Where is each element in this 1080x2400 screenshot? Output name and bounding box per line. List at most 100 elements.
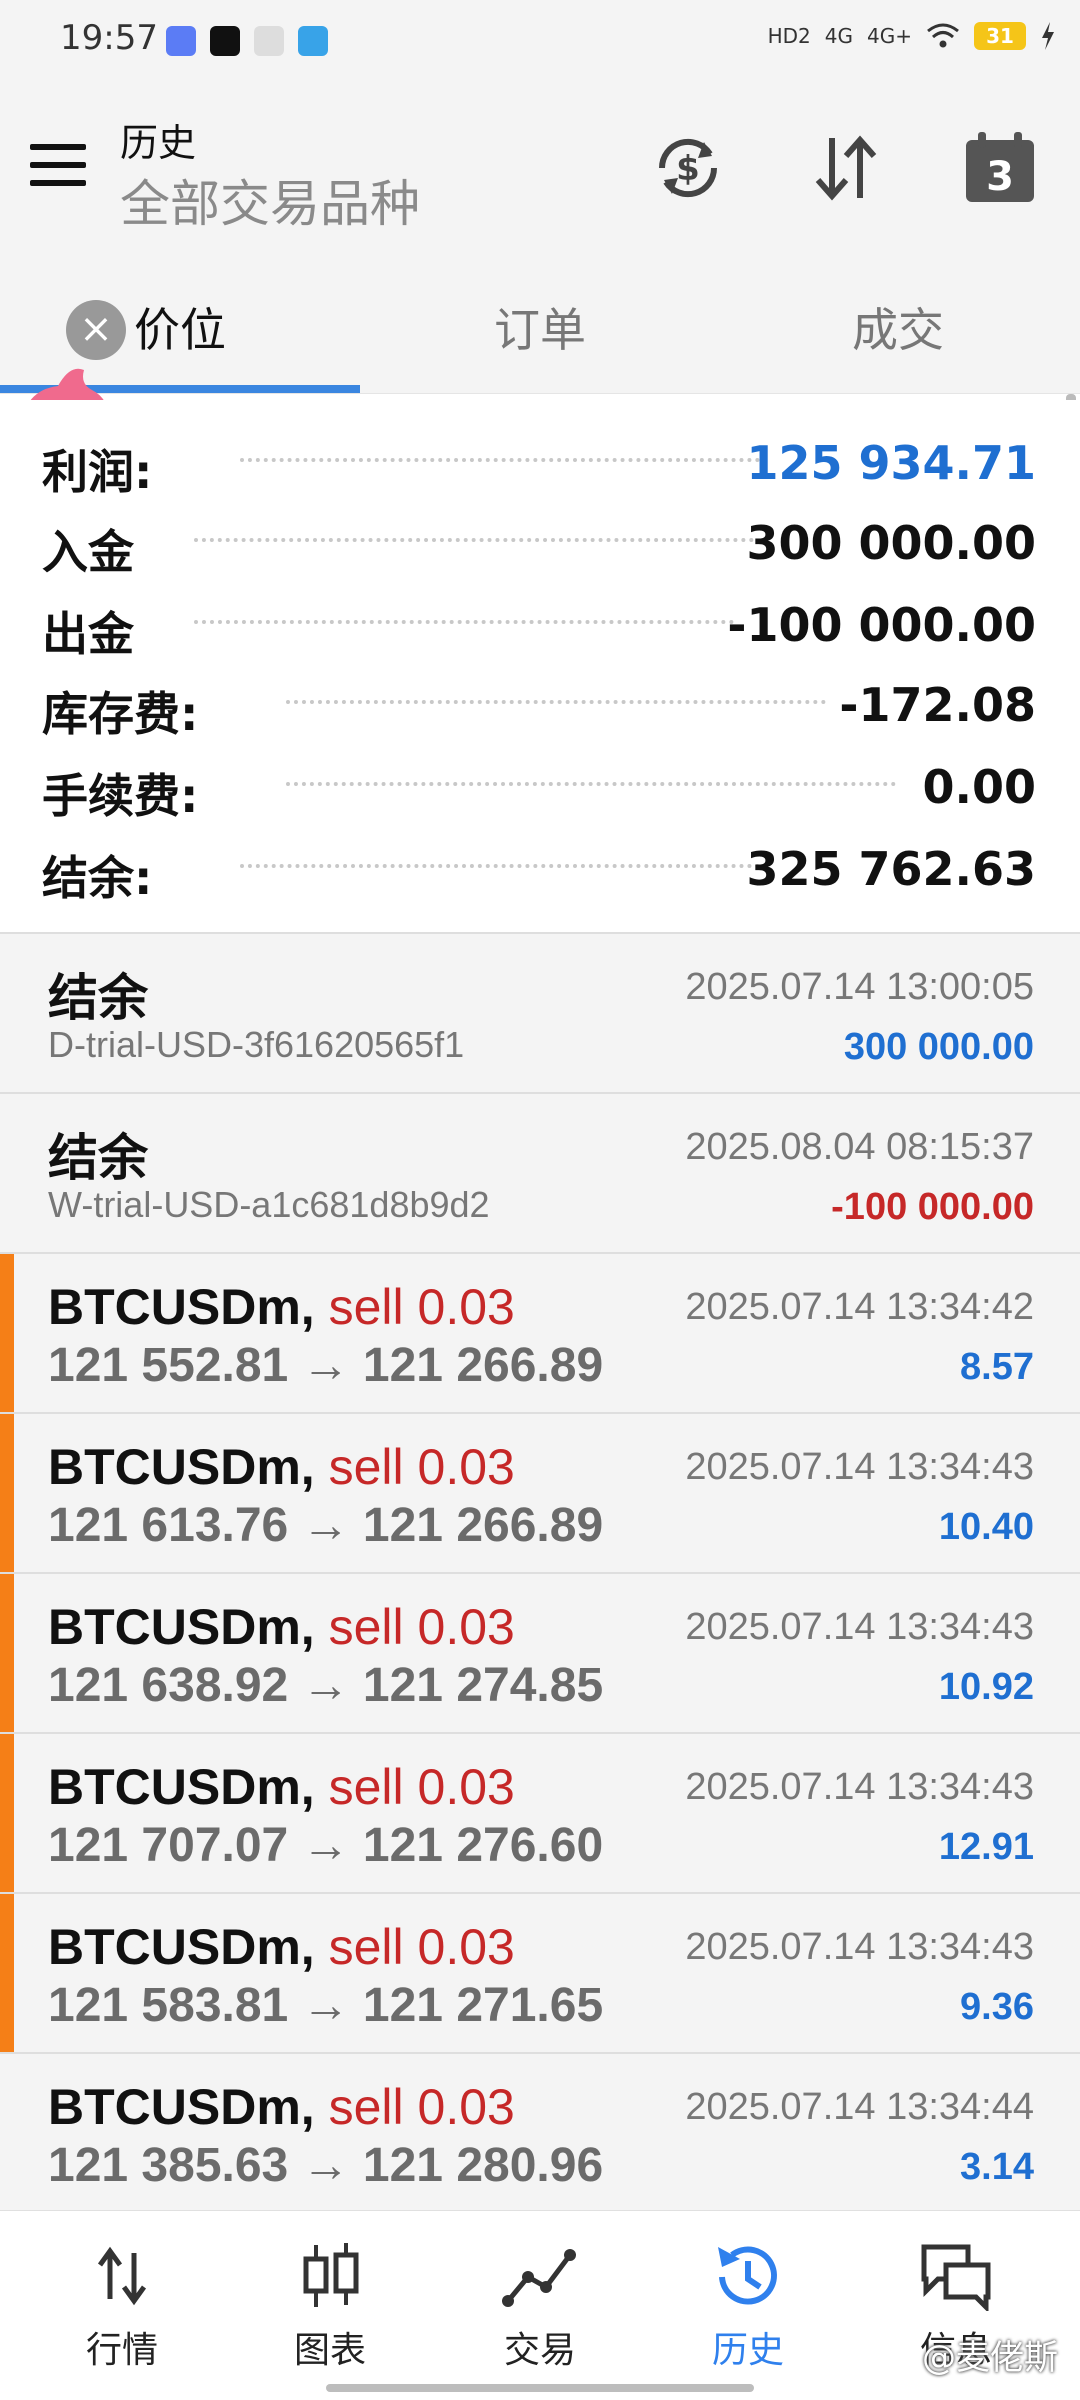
trade-time: 2025.07.14 13:34:43 xyxy=(685,1606,1034,1648)
calendar-period-button[interactable]: 3 xyxy=(960,128,1040,208)
nav-label: 行情 xyxy=(85,2330,158,2371)
nav-quotes[interactable]: 行情 xyxy=(14,2211,230,2400)
nav-charts[interactable]: 图表 xyxy=(222,2211,438,2400)
trade-profit: 3.14 xyxy=(960,2146,1034,2188)
trade-row[interactable]: BTCUSDm, sell 0.03 121 552.81 → 121 266.… xyxy=(0,1252,1080,1414)
summary-label: 出金 xyxy=(42,607,134,661)
trade-line-icon xyxy=(502,2249,576,2307)
summary-row-swap: 库存费: -172.08 xyxy=(0,664,1080,744)
history-tabs: 价位 订单 成交 xyxy=(0,264,1080,394)
trade-row[interactable]: BTCUSDm, sell 0.03 121 385.63 → 121 280.… xyxy=(0,2052,1080,2210)
balance-row-amount: -100 000.00 xyxy=(831,1186,1034,1228)
history-list: 结余 D-trial-USD-3f61620565f1 2025.07.14 1… xyxy=(0,932,1080,2210)
dotted-leader xyxy=(286,700,826,704)
menu-line-icon xyxy=(30,162,86,168)
nav-label: 交易 xyxy=(503,2330,576,2371)
summary-row-profit: 利润: 125 934.71 xyxy=(0,422,1080,502)
trade-prices: 121 638.92 → 121 274.85 xyxy=(48,1659,604,1712)
dotted-leader xyxy=(240,864,760,868)
nav-trade[interactable]: 交易 xyxy=(432,2211,648,2400)
trade-marker xyxy=(0,1254,14,1414)
trade-symbol: BTCUSDm, xyxy=(48,2079,315,2135)
trade-title: BTCUSDm, sell 0.03 xyxy=(48,1918,515,1976)
symbol-filter-selector[interactable]: 全部交易品种 xyxy=(120,164,420,236)
trade-side: sell 0.03 xyxy=(328,1919,515,1975)
currency-sync-icon[interactable]: $ xyxy=(648,128,728,208)
balance-row-id: W-trial-USD-a1c681d8b9d2 xyxy=(48,1184,490,1225)
dotted-leader xyxy=(240,458,760,462)
summary-label: 库存费: xyxy=(42,687,199,741)
summary-label: 利润: xyxy=(42,445,153,499)
wifi-icon xyxy=(927,23,959,48)
history-clock-icon xyxy=(718,2246,777,2305)
trade-title: BTCUSDm, sell 0.03 xyxy=(48,1598,515,1656)
network-4g-label: 4G xyxy=(824,24,854,48)
balance-row[interactable]: 结余 D-trial-USD-3f61620565f1 2025.07.14 1… xyxy=(0,932,1080,1092)
nav-history[interactable]: 历史 xyxy=(640,2211,856,2400)
trade-time: 2025.07.14 13:34:44 xyxy=(685,2086,1034,2128)
trade-prices: 121 707.07 → 121 276.60 xyxy=(48,1819,604,1872)
close-icon[interactable]: × xyxy=(66,300,126,360)
trade-symbol: BTCUSDm, xyxy=(48,1439,315,1495)
trade-prices: 121 583.81 → 121 271.65 xyxy=(48,1979,604,2032)
trade-prices: 121 385.63 → 121 280.96 xyxy=(48,2139,604,2192)
trade-row[interactable]: BTCUSDm, sell 0.03 121 583.81 → 121 271.… xyxy=(0,1892,1080,2054)
dotted-leader xyxy=(286,782,896,786)
trade-side: sell 0.03 xyxy=(328,1439,515,1495)
tab-positions[interactable]: 价位 xyxy=(134,294,226,360)
balance-row-amount: 300 000.00 xyxy=(843,1026,1034,1068)
trade-profit: 10.92 xyxy=(938,1666,1034,1708)
summary-row-deposit: 入金 300 000.00 xyxy=(0,502,1080,582)
tiktok-icon xyxy=(210,26,240,56)
trade-symbol: BTCUSDm, xyxy=(48,1759,315,1815)
trade-symbol: BTCUSDm, xyxy=(48,1279,315,1335)
balance-row-time: 2025.08.04 08:15:37 xyxy=(685,1126,1034,1168)
history-summary: 利润: 125 934.71 入金 300 000.00 出金 -100 000… xyxy=(0,400,1080,932)
trade-marker xyxy=(0,1414,14,1574)
trade-title: BTCUSDm, sell 0.03 xyxy=(48,2078,515,2136)
summary-value: 0.00 xyxy=(922,760,1037,814)
dotted-leader xyxy=(194,620,734,624)
balance-row-time: 2025.07.14 13:00:05 xyxy=(685,966,1034,1008)
trade-side: sell 0.03 xyxy=(328,1599,515,1655)
trade-marker xyxy=(0,1894,14,2054)
trade-title: BTCUSDm, sell 0.03 xyxy=(48,1758,515,1816)
svg-text:$: $ xyxy=(676,149,700,189)
summary-label: 结余: xyxy=(42,851,153,905)
quotes-arrows-icon xyxy=(97,2246,147,2306)
summary-value: 125 934.71 xyxy=(746,436,1036,490)
trade-profit: 10.40 xyxy=(938,1506,1034,1548)
battery-indicator: 31 xyxy=(974,22,1026,50)
messages-icon xyxy=(921,2244,991,2311)
trade-title: BTCUSDm, sell 0.03 xyxy=(48,1438,515,1496)
status-right: HD2 4G 4G+ 31 xyxy=(768,22,1056,50)
dotted-leader xyxy=(194,538,754,542)
trade-marker xyxy=(0,1574,14,1734)
trade-side: sell 0.03 xyxy=(328,2079,515,2135)
trade-profit: 9.36 xyxy=(960,1986,1034,2028)
summary-row-balance: 结余: 325 762.63 xyxy=(0,828,1080,908)
trade-symbol: BTCUSDm, xyxy=(48,1599,315,1655)
tab-deals[interactable]: 成交 xyxy=(852,294,944,360)
tab-orders[interactable]: 订单 xyxy=(494,294,586,360)
status-time: 19:57 xyxy=(60,18,158,58)
summary-value: -100 000.00 xyxy=(727,598,1036,652)
nav-label: 图表 xyxy=(293,2330,366,2371)
menu-line-icon xyxy=(30,180,86,186)
sort-arrows-icon[interactable] xyxy=(806,128,886,208)
watermark: @麦佬斯 xyxy=(922,2338,1058,2378)
trade-row[interactable]: BTCUSDm, sell 0.03 121 707.07 → 121 276.… xyxy=(0,1732,1080,1894)
calendar-day-badge: 3 xyxy=(986,154,1014,200)
hamburger-menu-button[interactable] xyxy=(30,144,90,194)
trade-row[interactable]: BTCUSDm, sell 0.03 121 613.76 → 121 266.… xyxy=(0,1412,1080,1574)
summary-value: 325 762.63 xyxy=(746,842,1036,896)
network-4gplus-label: 4G+ xyxy=(867,24,912,48)
summary-row-withdrawal: 出金 -100 000.00 xyxy=(0,584,1080,664)
balance-row[interactable]: 结余 W-trial-USD-a1c681d8b9d2 2025.08.04 0… xyxy=(0,1092,1080,1252)
home-indicator[interactable] xyxy=(326,2384,754,2392)
trade-row[interactable]: BTCUSDm, sell 0.03 121 638.92 → 121 274.… xyxy=(0,1572,1080,1734)
page-title: 历史 xyxy=(120,121,197,165)
trade-title: BTCUSDm, sell 0.03 xyxy=(48,1278,515,1336)
balance-row-title: 结余 xyxy=(48,970,148,1026)
trade-prices: 121 613.76 → 121 266.89 xyxy=(48,1499,604,1552)
